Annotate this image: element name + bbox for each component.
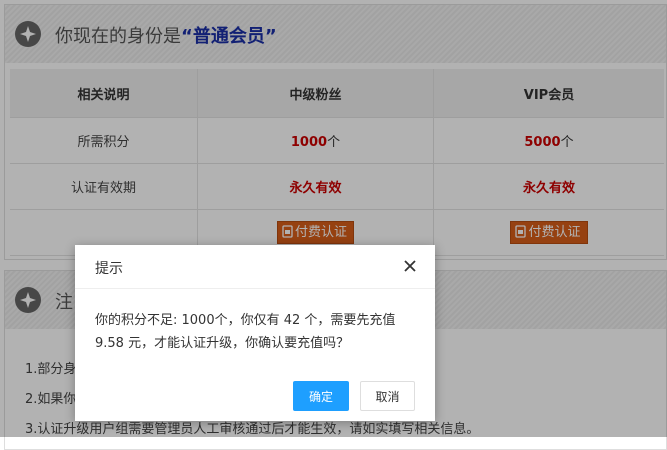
cancel-button[interactable]: 取消 — [360, 381, 415, 411]
page: 你现在的身份是“普通会员” 相关说明 中级粉丝 VIP会员 所需积分 1000个… — [0, 0, 667, 450]
dialog-header: 提示 — [75, 245, 435, 289]
confirm-button[interactable]: 确定 — [293, 381, 349, 411]
dialog-title: 提示 — [95, 261, 123, 277]
close-icon[interactable] — [403, 259, 417, 273]
dialog-message: 你的积分不足: 1000个，你仅有 42 个，需要先充值 9.58 元，才能认证… — [95, 313, 396, 351]
alert-dialog: 提示 你的积分不足: 1000个，你仅有 42 个，需要先充值 9.58 元，才… — [75, 245, 435, 421]
